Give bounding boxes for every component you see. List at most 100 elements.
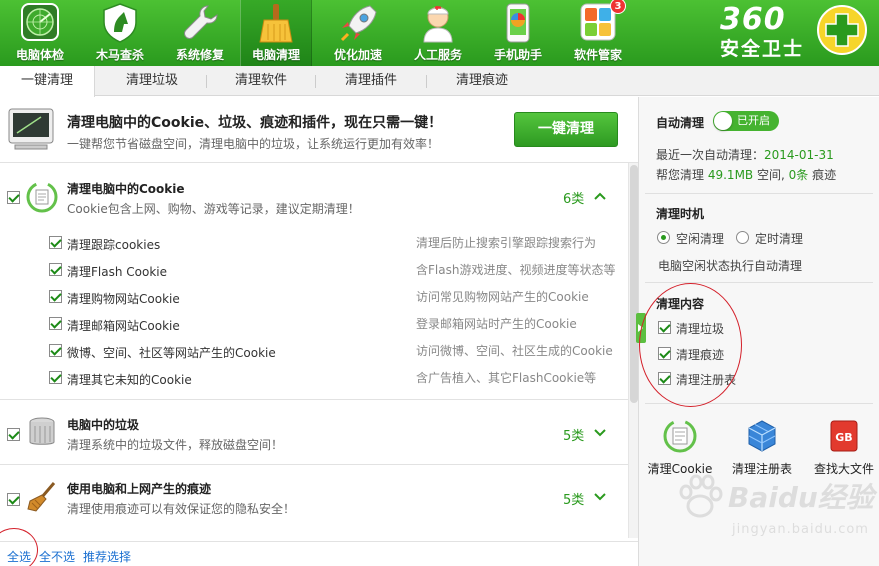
- item-desc: 含广告植入、其它FlashCookie等: [416, 371, 597, 385]
- item-checkbox[interactable]: [49, 317, 62, 330]
- chevron-down-icon[interactable]: [594, 491, 606, 503]
- subtab-clean-traces[interactable]: 清理痕迹: [427, 66, 537, 96]
- traces-group-checkbox[interactable]: [7, 493, 20, 506]
- saved-count: 0条: [788, 168, 809, 182]
- saved-prefix: 帮您清理: [656, 168, 705, 182]
- cookie-group-checkbox[interactable]: [7, 191, 20, 204]
- recommended-select-link[interactable]: 推荐选择: [83, 548, 131, 565]
- content-label: 清理痕迹: [676, 348, 725, 362]
- item-desc: 访问微博、空间、社区生成的Cookie: [416, 344, 613, 358]
- select-none-link[interactable]: 全不选: [39, 548, 75, 565]
- monitor-icon: [8, 108, 54, 150]
- subtab-clean-software[interactable]: 清理软件: [207, 66, 315, 96]
- selection-footer: 全选 全不选 推荐选择: [0, 541, 638, 566]
- tool-find-large-files[interactable]: GB 查找大文件: [804, 419, 879, 477]
- tool-label: 查找大文件: [813, 462, 874, 476]
- tool-clean-registry[interactable]: 清理注册表: [722, 419, 802, 477]
- scrollbar-thumb[interactable]: [630, 165, 638, 403]
- nav-label: 电脑清理: [251, 48, 300, 62]
- nav-item-phone-assistant[interactable]: 手机助手: [478, 0, 558, 66]
- nav-label: 人工服务: [413, 48, 462, 62]
- radio-idle-clean[interactable]: [657, 231, 670, 244]
- nav-item-pc-cleanup[interactable]: 电脑清理: [240, 0, 312, 66]
- doctor-icon: [423, 6, 453, 43]
- junk-group-checkbox[interactable]: [7, 428, 20, 441]
- radio-timed-clean[interactable]: [736, 231, 749, 244]
- traces-group: 使用电脑和上网产生的痕迹 清理使用痕迹可以有效保证您的隐私安全！ 5类: [0, 466, 628, 530]
- item-checkbox[interactable]: [49, 263, 62, 276]
- wrench-icon: [184, 5, 218, 39]
- item-checkbox[interactable]: [49, 290, 62, 303]
- nav-item-trojan-scan[interactable]: 木马查杀: [80, 0, 160, 66]
- category-count: 5类: [563, 493, 585, 508]
- nav-item-software-manager[interactable]: 3 软件管家: [558, 0, 638, 66]
- last-auto-prefix: 最近一次自动清理：: [656, 148, 765, 162]
- last-auto-date: 2014-01-31: [764, 148, 834, 162]
- hero-subtitle: 一键帮您节省磁盘空间，清理电脑中的垃圾，让系统运行更加有效率！: [67, 137, 440, 151]
- nav-item-speedup[interactable]: 优化加速: [318, 0, 398, 66]
- item-desc: 登录邮箱网站时产生的Cookie: [416, 317, 577, 331]
- chevron-down-icon[interactable]: [594, 427, 606, 439]
- nav-label: 系统修复: [175, 48, 224, 62]
- logo-name: 安全卫士: [720, 38, 805, 60]
- timing-title: 清理时机: [656, 207, 705, 221]
- group-desc: 清理使用痕迹可以有效保证您的隐私安全！: [67, 502, 296, 516]
- cookie-group: 清理电脑中的Cookie Cookie包含上网、购物、游戏等记录，建议定期清理！…: [0, 164, 628, 400]
- item-checkbox[interactable]: [49, 371, 62, 384]
- subtab-clean-plugins[interactable]: 清理插件: [316, 66, 426, 96]
- cookie-icon: [26, 181, 58, 213]
- broom-icon: [27, 482, 56, 512]
- group-title: 电脑中的垃圾: [67, 418, 140, 432]
- plus-shield-icon: [817, 5, 867, 55]
- group-title: 清理电脑中的Cookie: [67, 182, 185, 196]
- item-label: 清理跟踪cookies: [67, 238, 161, 252]
- content-title: 清理内容: [656, 297, 705, 311]
- radio-timed-label: 定时清理: [755, 232, 804, 246]
- item-checkbox[interactable]: [49, 344, 62, 357]
- nav-item-checkup[interactable]: 电脑体检: [0, 0, 80, 66]
- item-desc: 清理后防止搜索引擎跟踪搜索行为: [416, 236, 597, 250]
- timing-desc: 电脑空闲状态执行自动清理: [658, 259, 803, 273]
- group-desc: Cookie包含上网、购物、游戏等记录，建议定期清理！: [67, 202, 360, 216]
- auto-clean-toggle[interactable]: 已开启: [713, 111, 779, 131]
- item-label: 微博、空间、社区等网站产生的Cookie: [67, 346, 276, 360]
- divider: [645, 282, 873, 283]
- nav-label: 电脑体检: [15, 48, 64, 62]
- radio-idle-label: 空闲清理: [676, 232, 725, 246]
- group-desc: 清理系统中的垃圾文件，释放磁盘空间！: [67, 438, 284, 452]
- toggle-knob: [714, 112, 732, 130]
- horse-shield-icon: [103, 3, 137, 43]
- content-checkbox-registry[interactable]: [658, 372, 671, 385]
- subtab-clean-junk[interactable]: 清理垃圾: [98, 66, 206, 96]
- vertical-scrollbar[interactable]: [628, 163, 638, 538]
- content-label: 清理垃圾: [676, 322, 725, 336]
- subtab-one-click-clean[interactable]: 一键清理: [0, 66, 95, 97]
- chevron-up-icon[interactable]: [594, 190, 606, 202]
- content-checkbox-traces[interactable]: [658, 347, 671, 360]
- toggle-text: 已开启: [737, 114, 770, 127]
- select-all-link[interactable]: 全选: [7, 548, 31, 565]
- tool-clean-cookie[interactable]: 清理Cookie: [640, 419, 720, 477]
- one-click-hero: 清理电脑中的Cookie、垃圾、痕迹和插件，现在只需一键！ 一键帮您节省磁盘空间…: [0, 97, 638, 163]
- panel-collapse-handle[interactable]: [636, 313, 646, 343]
- nav-item-system-repair[interactable]: 系统修复: [160, 0, 240, 66]
- item-label: 清理购物网站Cookie: [67, 292, 180, 306]
- top-nav-bar: 电脑体检 木马查杀 系统修复 电脑清理 优化加速 人工服务 手机助手 3 软件管…: [0, 0, 879, 66]
- tool-label: 清理注册表: [731, 462, 792, 476]
- item-label: 清理Flash Cookie: [67, 265, 167, 279]
- nav-label: 软件管家: [573, 48, 622, 62]
- item-desc: 含Flash游戏进度、视频进度等状态等: [416, 263, 616, 277]
- group-title: 使用电脑和上网产生的痕迹: [67, 482, 212, 496]
- content-checkbox-junk[interactable]: [658, 321, 671, 334]
- item-label: 清理其它未知的Cookie: [67, 373, 192, 387]
- gb-file-icon: GB: [830, 420, 858, 452]
- nav-item-manual-service[interactable]: 人工服务: [398, 0, 478, 66]
- item-checkbox[interactable]: [49, 236, 62, 249]
- nav-label: 木马查杀: [95, 48, 144, 62]
- update-count-badge: 3: [610, 0, 626, 14]
- one-click-clean-button[interactable]: 一键清理: [514, 112, 618, 147]
- auto-clean-label: 自动清理: [656, 116, 705, 130]
- category-count: 6类: [563, 192, 585, 207]
- category-count: 5类: [563, 429, 585, 444]
- tool-label: 清理Cookie: [647, 462, 713, 476]
